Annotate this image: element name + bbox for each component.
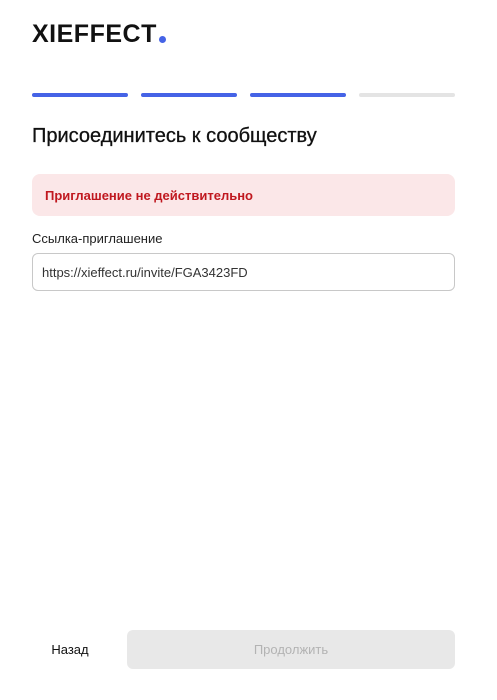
back-button[interactable]: Назад bbox=[32, 630, 108, 669]
footer-actions: Назад Продолжить bbox=[32, 630, 455, 669]
logo-text: XIEFFECT bbox=[32, 20, 157, 48]
error-banner: Приглашение не действительно bbox=[32, 174, 455, 216]
error-message: Приглашение не действительно bbox=[45, 187, 253, 203]
app-logo: XIEFFECT bbox=[32, 20, 166, 48]
logo-dot bbox=[158, 36, 166, 43]
progress-step-2 bbox=[141, 93, 237, 97]
invite-link-label: Ссылка-приглашение bbox=[32, 231, 163, 246]
step-progress bbox=[32, 93, 455, 98]
page-title: Присоединитесь к сообществу bbox=[32, 125, 317, 147]
continue-button[interactable]: Продолжить bbox=[127, 630, 455, 669]
invite-link-input[interactable] bbox=[32, 253, 455, 291]
progress-step-3 bbox=[250, 93, 346, 97]
progress-step-4 bbox=[359, 93, 455, 97]
progress-step-1 bbox=[32, 93, 128, 97]
